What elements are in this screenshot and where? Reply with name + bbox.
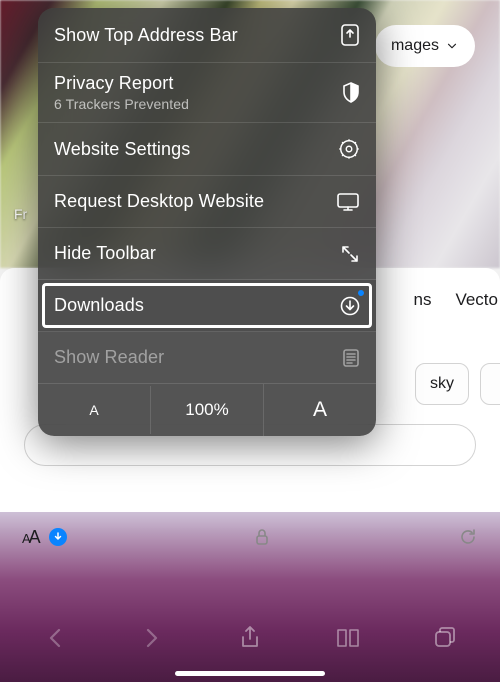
free-badge: Fr — [14, 206, 27, 222]
category-tab[interactable]: ns — [413, 290, 431, 310]
keyword-chip[interactable] — [480, 363, 500, 405]
category-tab[interactable]: Vecto — [455, 290, 498, 310]
text-size-row: A 100% A — [38, 383, 376, 436]
gear-icon — [338, 138, 360, 160]
zoom-value-label: 100% — [185, 400, 228, 419]
share-button[interactable] — [230, 618, 270, 658]
menu-item-website-settings[interactable]: Website Settings — [38, 123, 376, 176]
menu-item-privacy-report[interactable]: Privacy Report 6 Trackers Prevented — [38, 63, 376, 123]
shield-icon — [342, 82, 360, 104]
tabs-button[interactable] — [425, 618, 465, 658]
expand-arrows-icon — [340, 244, 360, 264]
page-settings-menu: Show Top Address Bar Privacy Report 6 Tr… — [38, 8, 376, 436]
menu-item-label: Website Settings — [54, 139, 190, 160]
download-circle-icon — [340, 296, 360, 316]
reload-icon[interactable] — [458, 527, 478, 547]
zoom-large-label: A — [313, 398, 327, 421]
menu-item-label: Show Top Address Bar — [54, 25, 238, 46]
menu-item-label: Hide Toolbar — [54, 243, 156, 264]
page-settings-button[interactable]: AA — [22, 527, 39, 548]
back-button — [35, 618, 75, 658]
home-indicator[interactable] — [175, 671, 325, 676]
menu-item-show-address-bar[interactable]: Show Top Address Bar — [38, 8, 376, 63]
menu-item-label: Downloads — [54, 295, 144, 316]
bookmarks-button[interactable] — [328, 618, 368, 658]
text-size-value[interactable]: 100% — [150, 386, 263, 434]
filter-pill-label: mages — [391, 37, 439, 55]
downloads-badge-dot — [358, 290, 364, 296]
keyword-chip-sky[interactable]: sky — [415, 363, 469, 405]
top-address-bar-icon — [340, 23, 360, 47]
forward-button — [132, 618, 172, 658]
chevron-down-icon — [445, 39, 459, 53]
text-size-increase[interactable]: A — [263, 384, 376, 436]
chip-label: sky — [430, 375, 454, 393]
desktop-icon — [336, 192, 360, 212]
category-tabs-partial: ns Vecto — [413, 290, 500, 310]
address-bar[interactable]: AA — [0, 516, 500, 558]
menu-item-label: Show Reader — [54, 347, 164, 368]
menu-item-show-reader: Show Reader — [38, 332, 376, 383]
downloads-indicator-icon[interactable] — [49, 528, 67, 546]
menu-item-label: Privacy Report — [54, 73, 189, 94]
zoom-small-label: A — [89, 402, 98, 418]
lock-icon — [255, 528, 269, 546]
text-size-decrease[interactable]: A — [38, 388, 150, 432]
menu-item-downloads[interactable]: Downloads — [38, 280, 376, 332]
menu-item-label: Request Desktop Website — [54, 191, 264, 212]
filter-pill-images[interactable]: mages — [375, 25, 475, 67]
reader-icon — [342, 348, 360, 368]
menu-item-sublabel: 6 Trackers Prevented — [54, 96, 189, 112]
menu-item-request-desktop[interactable]: Request Desktop Website — [38, 176, 376, 228]
browser-toolbar — [0, 610, 500, 666]
menu-item-hide-toolbar[interactable]: Hide Toolbar — [38, 228, 376, 280]
